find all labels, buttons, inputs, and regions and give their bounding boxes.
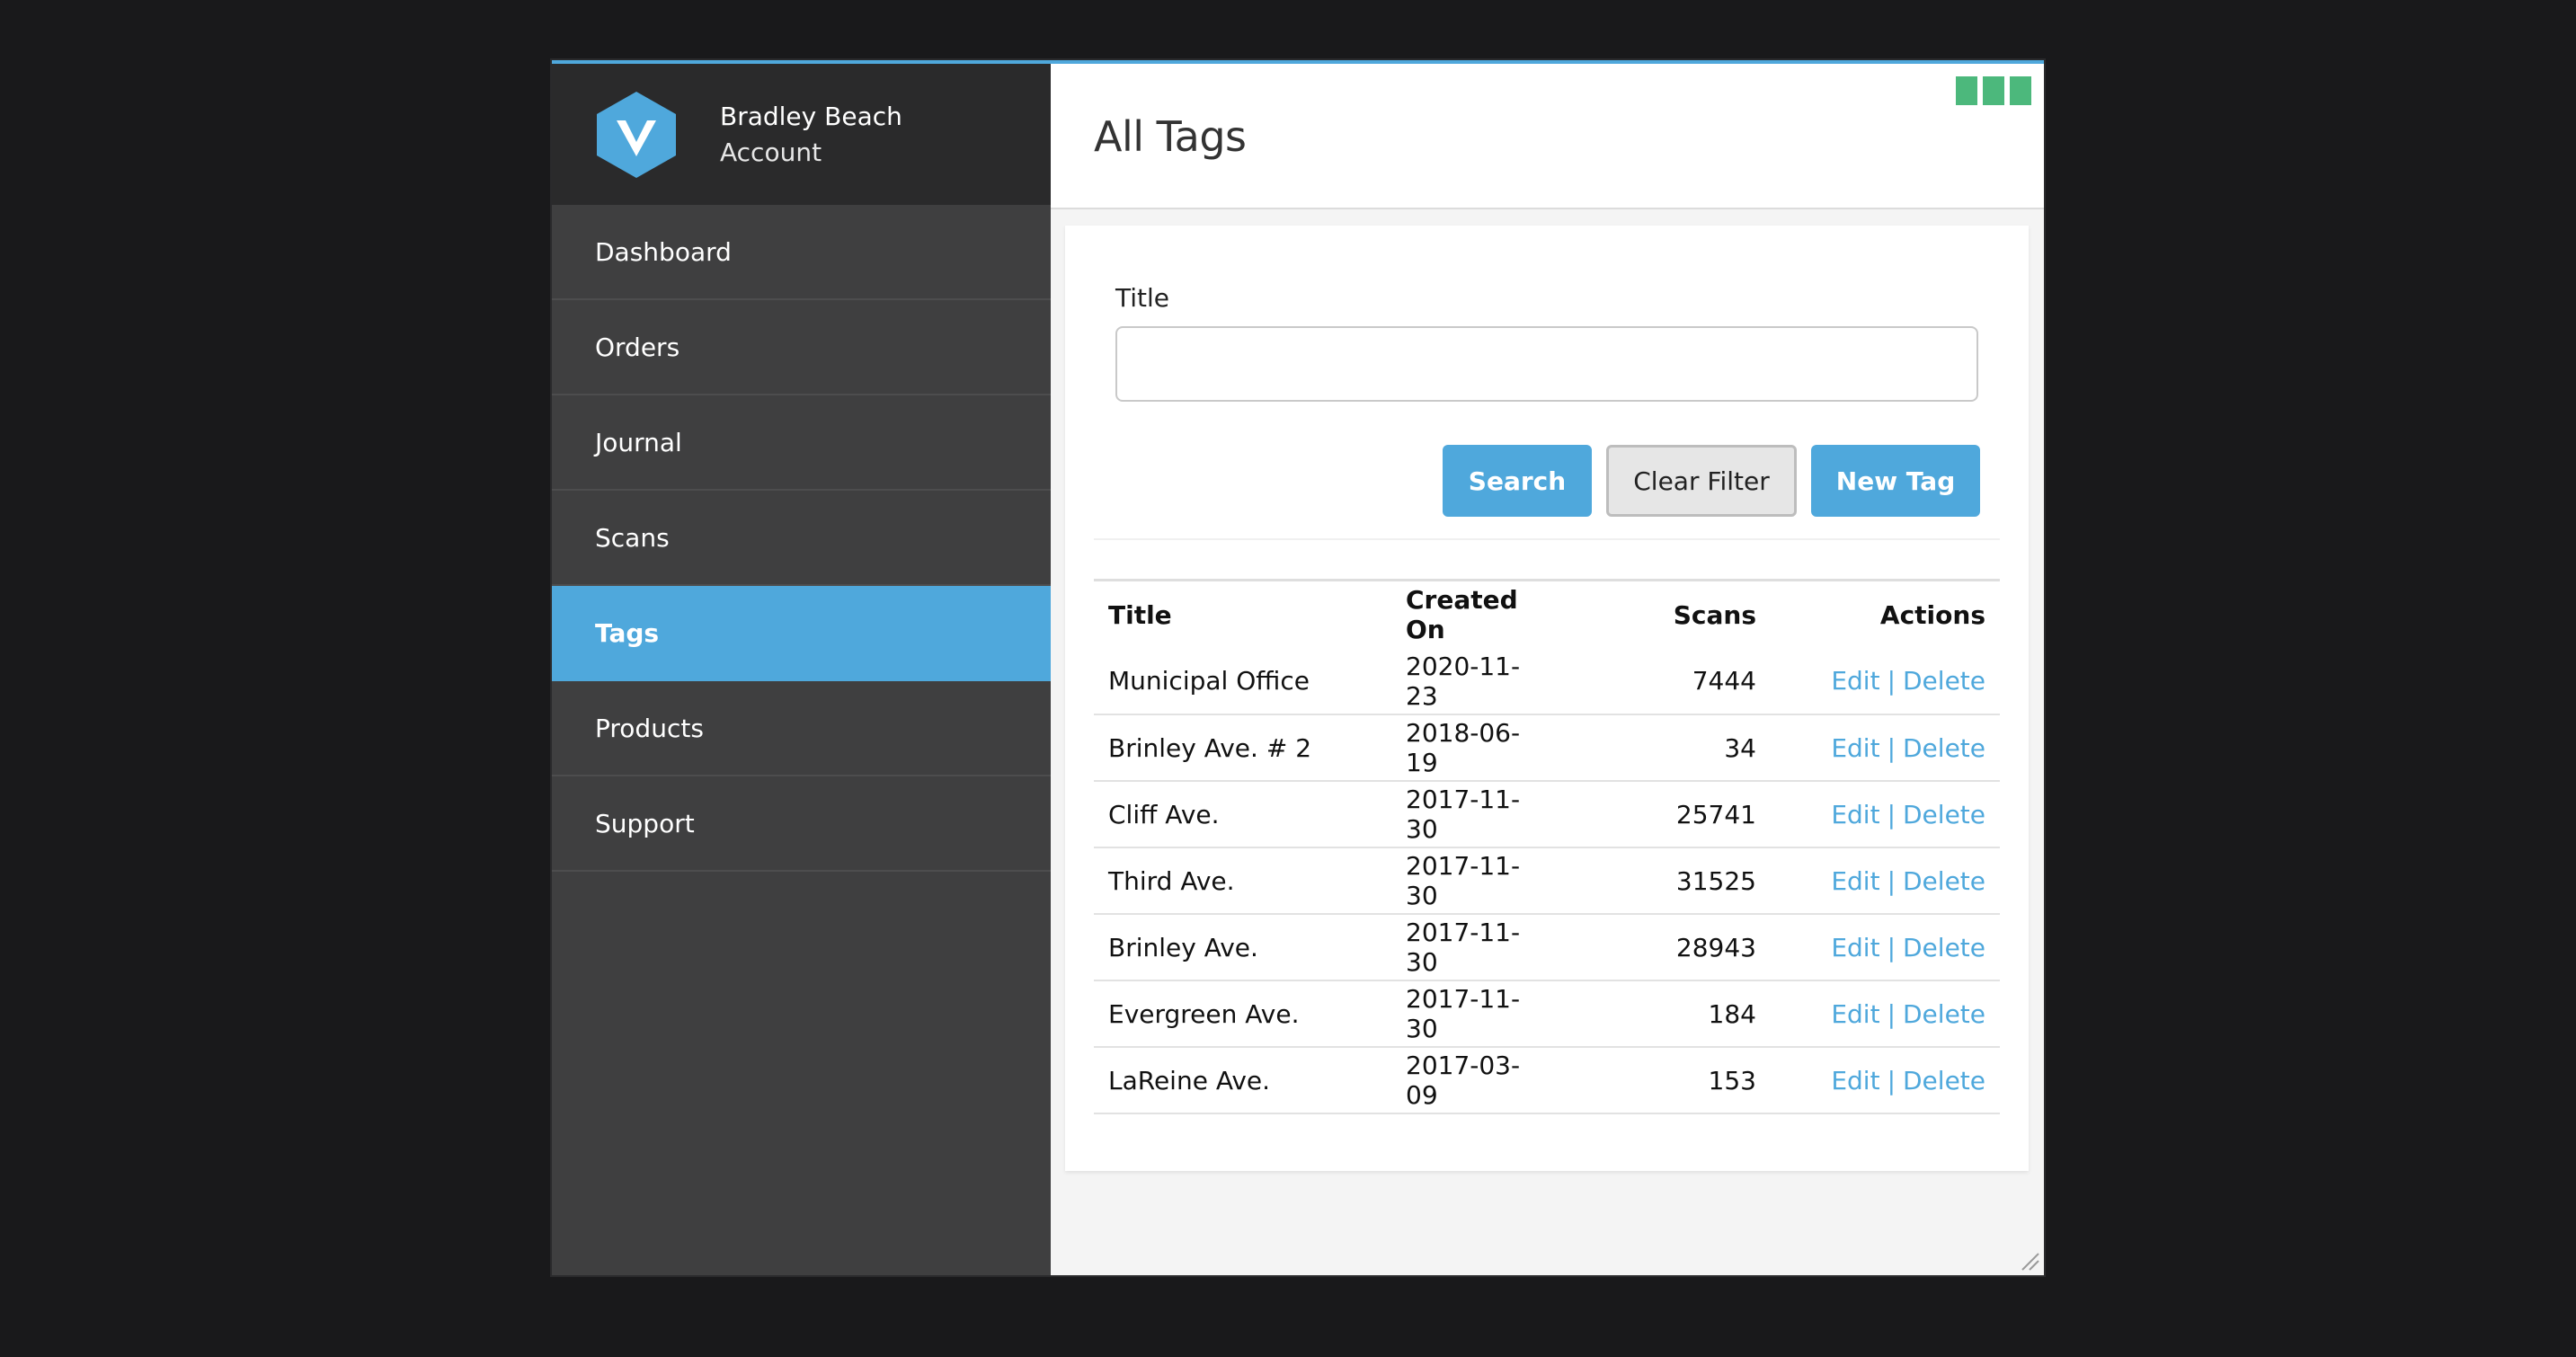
page-title: All Tags bbox=[1094, 112, 1247, 161]
tags-card: Title Search Clear Filter New Tag Title … bbox=[1065, 226, 2029, 1171]
cell-actions: Edit | Delete bbox=[1771, 781, 2000, 848]
action-separator: | bbox=[1887, 666, 1896, 696]
clear-filter-button[interactable]: Clear Filter bbox=[1606, 445, 1797, 517]
sidebar-nav: Dashboard Orders Journal Scans Tags Prod… bbox=[552, 205, 1051, 872]
edit-link[interactable]: Edit bbox=[1831, 666, 1879, 696]
sidebar-item-dashboard[interactable]: Dashboard bbox=[552, 205, 1051, 300]
cell-created-on: 2017-11-30 bbox=[1391, 781, 1562, 848]
cell-created-on: 2017-03-09 bbox=[1391, 1047, 1562, 1114]
status-block bbox=[1956, 76, 1977, 105]
resize-grip-icon[interactable] bbox=[2019, 1250, 2040, 1272]
cell-created-on: 2017-11-30 bbox=[1391, 847, 1562, 915]
cell-title: Municipal Office bbox=[1094, 648, 1391, 715]
cell-actions: Edit | Delete bbox=[1771, 1047, 2000, 1114]
title-field-label: Title bbox=[1115, 283, 1170, 313]
cell-title: Cliff Ave. bbox=[1094, 781, 1391, 848]
cell-actions: Edit | Delete bbox=[1771, 914, 2000, 981]
cell-scans: 28943 bbox=[1562, 914, 1771, 981]
brand-header: Bradley Beach Account bbox=[552, 64, 1051, 205]
search-button[interactable]: Search bbox=[1443, 445, 1592, 517]
column-header-created[interactable]: Created On bbox=[1391, 581, 1562, 648]
sidebar-item-tags[interactable]: Tags bbox=[552, 586, 1051, 681]
action-separator: | bbox=[1887, 998, 1896, 1029]
cell-scans: 153 bbox=[1562, 1047, 1771, 1114]
edit-link[interactable]: Edit bbox=[1831, 866, 1879, 896]
cell-title: Third Ave. bbox=[1094, 847, 1391, 915]
action-separator: | bbox=[1887, 865, 1896, 896]
title-filter-input[interactable] bbox=[1115, 326, 1978, 402]
sidebar-item-support[interactable]: Support bbox=[552, 776, 1051, 872]
table-row: Municipal Office 2020-11-23 7444 Edit | Delet… bbox=[1094, 648, 2000, 715]
cell-actions: Edit | Delete bbox=[1771, 714, 2000, 782]
table-header-row: Title Created On Scans Actions bbox=[1094, 581, 2000, 648]
table-body: Municipal Office 2020-11-23 7444 Edit | Delet… bbox=[1094, 648, 2000, 1114]
cell-created-on: 2020-11-23 bbox=[1391, 648, 1562, 715]
status-block bbox=[1983, 76, 2004, 105]
delete-link[interactable]: Delete bbox=[1903, 733, 1985, 763]
edit-link[interactable]: Edit bbox=[1831, 1066, 1879, 1095]
table-row: Cliff Ave. 2017-11-30 25741 Edit | Delete bbox=[1094, 781, 2000, 848]
sidebar-item-orders[interactable]: Orders bbox=[552, 300, 1051, 395]
delete-link[interactable]: Delete bbox=[1903, 1066, 1985, 1095]
action-separator: | bbox=[1887, 1065, 1896, 1095]
edit-link[interactable]: Edit bbox=[1831, 933, 1879, 962]
table-toolbar bbox=[1094, 538, 2000, 581]
cell-scans: 31525 bbox=[1562, 847, 1771, 915]
column-header-scans[interactable]: Scans bbox=[1562, 581, 1771, 648]
cell-created-on: 2018-06-19 bbox=[1391, 714, 1562, 782]
cell-actions: Edit | Delete bbox=[1771, 847, 2000, 915]
tags-table-container: Title Created On Scans Actions Municipal… bbox=[1094, 538, 2000, 1114]
delete-link[interactable]: Delete bbox=[1903, 933, 1985, 962]
delete-link[interactable]: Delete bbox=[1903, 800, 1985, 829]
edit-link[interactable]: Edit bbox=[1831, 999, 1879, 1029]
main-content: All Tags Title Search Clear Filter New T… bbox=[1051, 64, 2044, 1275]
app-window: Bradley Beach Account Dashboard Orders J… bbox=[552, 60, 2044, 1275]
top-bar: All Tags bbox=[1051, 64, 2044, 209]
status-block bbox=[2010, 76, 2031, 105]
delete-link[interactable]: Delete bbox=[1903, 666, 1985, 696]
sidebar: Bradley Beach Account Dashboard Orders J… bbox=[552, 64, 1051, 1275]
cell-created-on: 2017-11-30 bbox=[1391, 980, 1562, 1048]
delete-link[interactable]: Delete bbox=[1903, 999, 1985, 1029]
brand-name: Bradley Beach bbox=[720, 101, 902, 131]
new-tag-button[interactable]: New Tag bbox=[1811, 445, 1980, 517]
sidebar-item-products[interactable]: Products bbox=[552, 681, 1051, 776]
sidebar-item-scans[interactable]: Scans bbox=[552, 491, 1051, 586]
edit-link[interactable]: Edit bbox=[1831, 800, 1879, 829]
cell-scans: 7444 bbox=[1562, 648, 1771, 715]
table-row: Brinley Ave. 2017-11-30 28943 Edit | Delete bbox=[1094, 914, 2000, 981]
table-row: Evergreen Ave. 2017-11-30 184 Edit | Delete bbox=[1094, 980, 2000, 1048]
delete-link[interactable]: Delete bbox=[1903, 866, 1985, 896]
cell-title: Brinley Ave. # 2 bbox=[1094, 714, 1391, 782]
status-indicator-icon bbox=[1956, 76, 2031, 105]
cell-scans: 184 bbox=[1562, 980, 1771, 1048]
column-header-title[interactable]: Title bbox=[1094, 581, 1391, 648]
brand-text: Bradley Beach Account bbox=[720, 99, 902, 171]
column-header-actions: Actions bbox=[1879, 599, 1985, 630]
table-row: Brinley Ave. # 2 2018-06-19 34 Edit | Delete bbox=[1094, 714, 2000, 782]
action-separator: | bbox=[1887, 732, 1896, 763]
cell-actions: Edit | Delete bbox=[1771, 980, 2000, 1048]
cell-title: LaReine Ave. bbox=[1094, 1047, 1391, 1114]
v-hexagon-logo-icon bbox=[597, 91, 676, 178]
table-row: LaReine Ave. 2017-03-09 153 Edit | Delete bbox=[1094, 1047, 2000, 1114]
table-row: Third Ave. 2017-11-30 31525 Edit | Delete bbox=[1094, 847, 2000, 915]
action-separator: | bbox=[1887, 932, 1896, 962]
tags-table: Title Created On Scans Actions Municipal… bbox=[1094, 581, 2000, 1114]
cell-scans: 34 bbox=[1562, 714, 1771, 782]
action-separator: | bbox=[1887, 799, 1896, 829]
cell-title: Evergreen Ave. bbox=[1094, 980, 1391, 1048]
cell-actions: Edit | Delete bbox=[1771, 648, 2000, 715]
cell-title: Brinley Ave. bbox=[1094, 914, 1391, 981]
cell-created-on: 2017-11-30 bbox=[1391, 914, 1562, 981]
sidebar-item-journal[interactable]: Journal bbox=[552, 395, 1051, 491]
edit-link[interactable]: Edit bbox=[1831, 733, 1879, 763]
brand-subtitle: Account bbox=[720, 137, 822, 167]
cell-scans: 25741 bbox=[1562, 781, 1771, 848]
